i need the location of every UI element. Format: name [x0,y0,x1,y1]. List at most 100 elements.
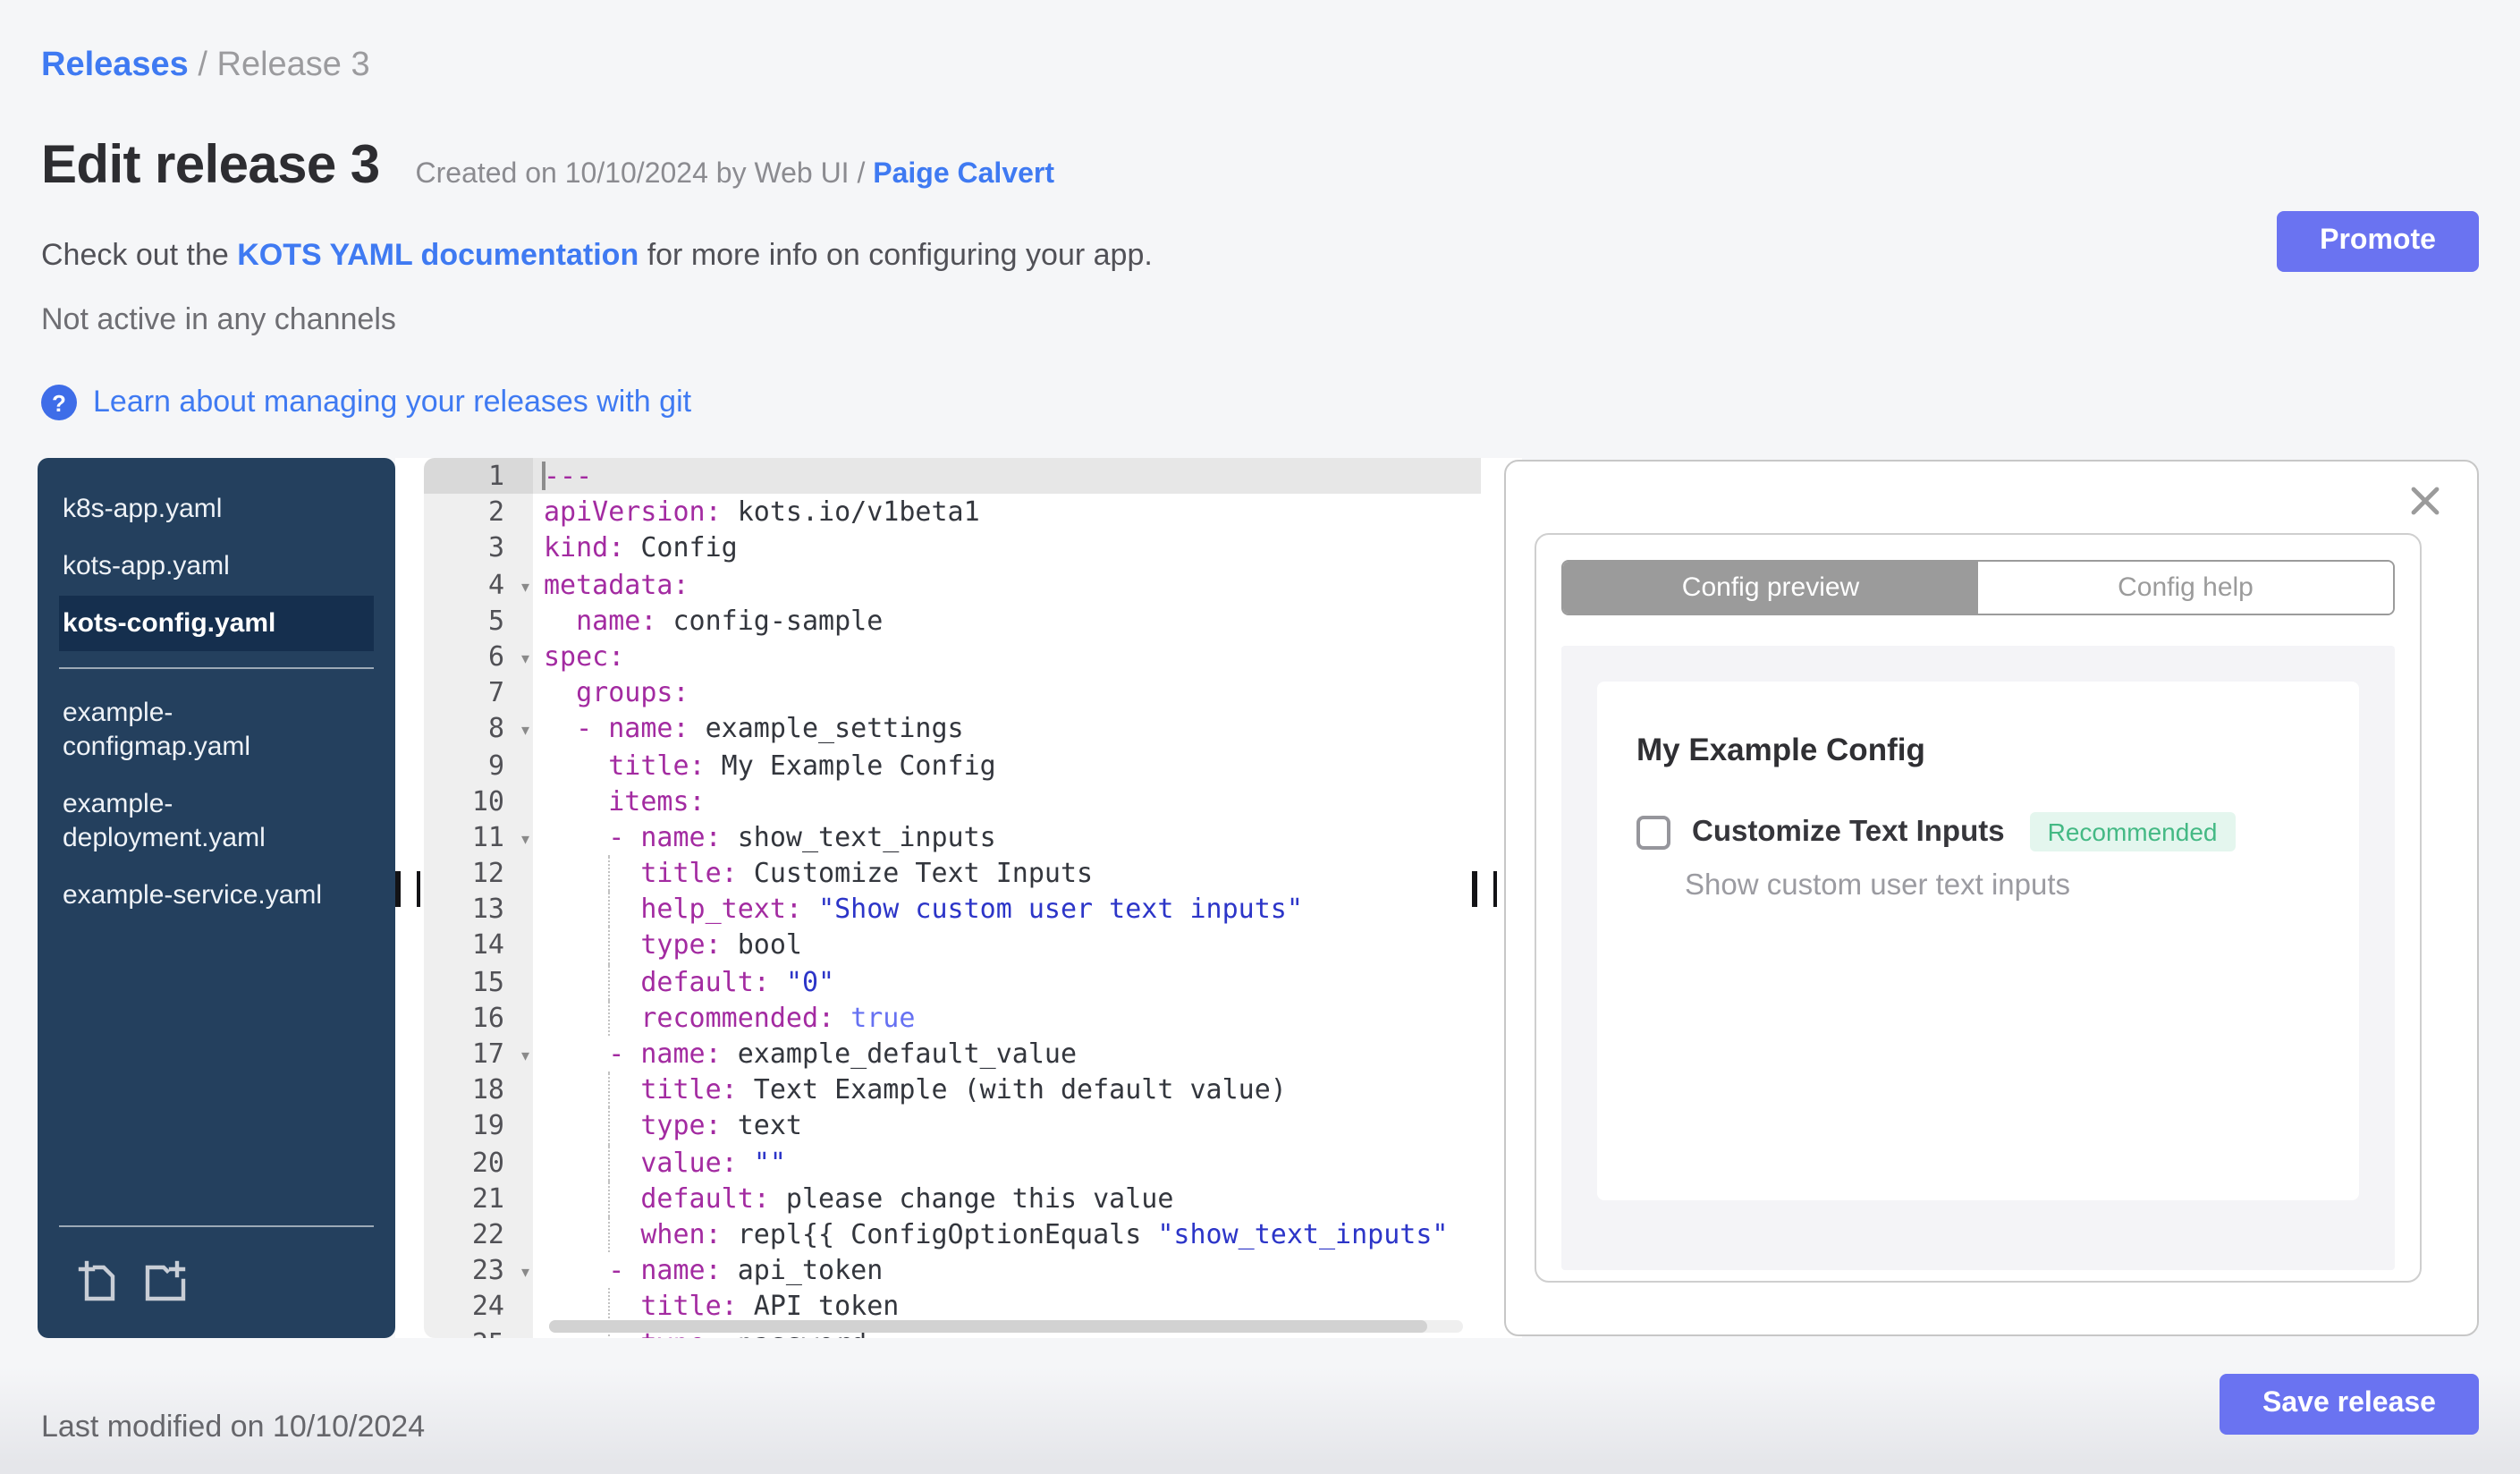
breadcrumb-current: Release 3 [216,47,370,84]
code-text: spec: [544,640,625,673]
gutter-line-number: 14 [424,927,533,964]
code-line-16[interactable]: 16 recommended: true [424,999,1481,1037]
config-preview-panel: Config preview Config help My Example Con… [1504,460,2479,1336]
gutter-line-number: 1 [424,458,533,495]
code-line-17[interactable]: 17 ▾ - name: example_default_value [424,1036,1481,1072]
code-line-23[interactable]: 23 ▾ - name: api_token [424,1252,1481,1290]
code-text: title: My Example Config [608,749,996,781]
code-line-9[interactable]: 9 title: My Example Config [424,747,1481,784]
code-line-22[interactable]: 22 when: repl{{ ConfigOptionEquals "show… [424,1216,1481,1253]
code-text: title: Text Example (with default value) [640,1073,1287,1106]
code-line-20[interactable]: 20 value: "" [424,1144,1481,1181]
promote-button[interactable]: Promote [2277,211,2479,272]
git-releases-link[interactable]: Learn about managing your releases with … [93,385,691,420]
save-release-button[interactable]: Save release [2220,1374,2479,1435]
code-line-24[interactable]: 24 title: API token [424,1288,1481,1326]
close-icon[interactable] [2409,485,2441,517]
doc-text-after: for more info on configuring your app. [638,238,1153,272]
code-text: groups: [576,676,689,709]
gutter-line-number: 7 [424,674,533,711]
fold-arrow-icon[interactable]: ▾ [521,1254,529,1290]
gutter-line-number: 23 ▾ [424,1252,533,1290]
code-line-21[interactable]: 21 default: please change this value [424,1180,1481,1217]
breadcrumb: Releases / Release 3 [41,47,370,86]
gutter-line-number: 9 [424,747,533,784]
fold-arrow-icon[interactable]: ▾ [521,568,529,604]
new-file-icon[interactable] [77,1259,118,1313]
fold-arrow-icon[interactable]: ▾ [521,821,529,857]
config-card: My Example Config Customize Text Inputs … [1597,682,2359,1200]
sidebar-resize-handle[interactable] [395,871,420,909]
sidebar-bottom-divider [59,1225,374,1227]
code-text: title: API token [640,1290,900,1323]
config-item-help: Show custom user text inputs [1685,869,2071,902]
code-line-6[interactable]: 6 ▾ spec: [424,638,1481,676]
code-line-3[interactable]: 3 kind: Config [424,529,1481,567]
sidebar-item-example-configmap.yaml[interactable]: example-configmap.yaml [59,685,374,775]
sidebar-item-kots-app.yaml[interactable]: kots-app.yaml [59,538,374,594]
code-line-4[interactable]: 4 ▾ metadata: [424,566,1481,604]
fold-arrow-icon[interactable]: ▾ [521,640,529,676]
code-text: value: "" [640,1146,786,1179]
editor-horizontal-scrollbar[interactable] [549,1320,1463,1333]
code-text: kind: Config [544,531,738,564]
gutter-line-number: 20 [424,1144,533,1181]
breadcrumb-releases-link[interactable]: Releases [41,47,189,84]
fold-arrow-icon[interactable]: ▾ [521,1038,529,1073]
code-line-19[interactable]: 19 type: text [424,1107,1481,1145]
preview-resize-handle[interactable] [1472,871,1497,909]
sidebar-item-example-service.yaml[interactable]: example-service.yaml [59,868,374,923]
code-text: items: [608,784,706,817]
code-line-5[interactable]: 5 name: config-sample [424,602,1481,639]
code-line-7[interactable]: 7 groups: [424,674,1481,711]
code-line-10[interactable]: 10 items: [424,783,1481,819]
gutter-line-number: 15 [424,963,533,1000]
author-link[interactable]: Paige Calvert [873,159,1054,190]
gutter-line-number: 19 [424,1107,533,1145]
tab-config-preview[interactable]: Config preview [1563,562,1978,614]
config-group-title: My Example Config [1636,732,1925,767]
yaml-editor[interactable]: 1 --- 2 apiVersion: kots.io/v1beta1 3 kind: C… [424,458,1481,1338]
code-line-13[interactable]: 13 help_text: "Show custom user text inp… [424,891,1481,928]
code-line-11[interactable]: 11 ▾ - name: show_text_inputs [424,818,1481,857]
gutter-line-number: 12 [424,855,533,892]
config-item-row: Customize Text Inputs Recommended [1636,812,2359,851]
new-folder-icon[interactable] [143,1259,190,1313]
gutter-line-number: 22 [424,1216,533,1253]
gutter-line-number: 18 [424,1072,533,1108]
code-text: name: config-sample [576,604,884,637]
gutter-line-number: 4 ▾ [424,566,533,604]
code-text: default: "0" [640,965,835,998]
tab-config-help[interactable]: Config help [1978,562,2393,614]
gutter-line-number: 25 [424,1325,533,1338]
gutter-line-number: 11 ▾ [424,818,533,857]
gutter-line-number: 16 [424,999,533,1036]
file-sidebar: k8s-app.yaml kots-app.yaml kots-config.yam… [38,458,395,1338]
kots-yaml-doc-link[interactable]: KOTS YAML documentation [237,238,638,272]
channel-status: Not active in any channels [41,302,396,336]
preview-background: My Example Config Customize Text Inputs … [1561,646,2395,1270]
gutter-line-number: 5 [424,602,533,639]
sidebar-item-k8s-app.yaml[interactable]: k8s-app.yaml [59,481,374,537]
question-icon: ? [41,385,77,420]
code-line-2[interactable]: 2 apiVersion: kots.io/v1beta1 [424,494,1481,530]
code-line-1[interactable]: 1 --- [424,458,1481,495]
created-text: Created on 10/10/2024 by Web UI / [415,159,874,190]
customize-text-inputs-checkbox[interactable] [1636,815,1670,849]
sidebar-item-kots-config.yaml[interactable]: kots-config.yaml [59,596,374,651]
preview-inner-card: Config preview Config help My Example Con… [1535,533,2422,1283]
code-line-8[interactable]: 8 ▾ - name: example_settings [424,710,1481,749]
gutter-line-number: 24 [424,1288,533,1325]
file-list-top: k8s-app.yaml kots-app.yaml kots-config.yam… [38,479,395,653]
created-info: Created on 10/10/2024 by Web UI / Paige … [416,159,1055,191]
fold-arrow-icon[interactable]: ▾ [521,713,529,749]
code-text: help_text: "Show custom user text inputs… [640,893,1303,926]
code-line-18[interactable]: 18 title: Text Example (with default val… [424,1072,1481,1109]
gutter-line-number: 21 [424,1180,533,1216]
sidebar-item-example-deployment.yaml[interactable]: example-deployment.yaml [59,776,374,866]
code-text: - name: example_default_value [608,1038,1078,1070]
code-line-14[interactable]: 14 type: bool [424,927,1481,964]
code-line-15[interactable]: 15 default: "0" [424,963,1481,1001]
code-text: - name: show_text_inputs [608,820,996,853]
code-line-12[interactable]: 12 title: Customize Text Inputs [424,855,1481,892]
